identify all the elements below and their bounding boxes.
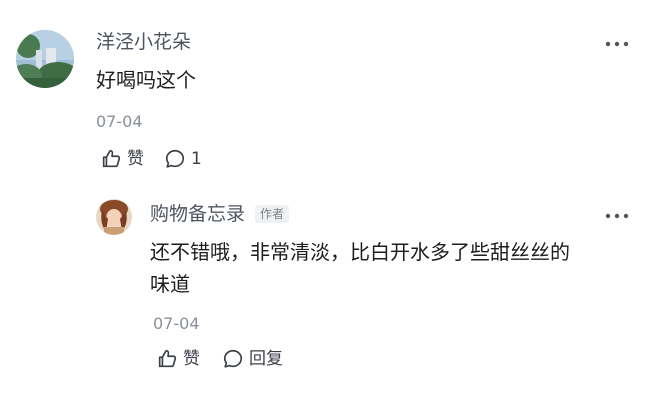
reply-date: 07-04 [153, 314, 200, 333]
author-badge: 作者 [255, 205, 290, 223]
comment-bubble-icon [222, 348, 244, 370]
more-dots-icon [605, 41, 629, 47]
commenter-avatar[interactable] [16, 30, 74, 88]
comment-reply-count: 1 [191, 149, 202, 169]
more-dots-icon [605, 213, 629, 219]
comment-date: 07-04 [96, 112, 143, 131]
reply-like-button[interactable]: 赞 [156, 348, 200, 370]
reply-text: 还不错哦，非常清淡，比白开水多了些甜丝丝的 味道 [150, 238, 630, 298]
comment-like-label: 赞 [127, 149, 144, 169]
comment-like-button[interactable]: 赞 [100, 148, 144, 170]
thumbs-up-icon [100, 148, 122, 170]
author-avatar[interactable] [96, 199, 132, 235]
commenter-username[interactable]: 洋泾小花朵 [96, 30, 191, 54]
reply-like-label: 赞 [183, 349, 200, 369]
reply-text-line-1: 还不错哦，非常清淡，比白开水多了些甜丝丝的 [150, 240, 570, 264]
reply-reply-button[interactable]: 回复 [222, 348, 283, 370]
reply-more-button[interactable] [602, 206, 632, 226]
reply-reply-label: 回复 [249, 349, 283, 369]
author-username[interactable]: 购物备忘录 [150, 202, 245, 226]
comment-reply-button[interactable]: 1 [164, 148, 202, 170]
comment-more-button[interactable] [602, 34, 632, 54]
comment-bubble-icon [164, 148, 186, 170]
reply-text-line-2: 味道 [150, 272, 190, 296]
thumbs-up-icon [156, 348, 178, 370]
comment-text: 好喝吗这个 [96, 68, 196, 92]
